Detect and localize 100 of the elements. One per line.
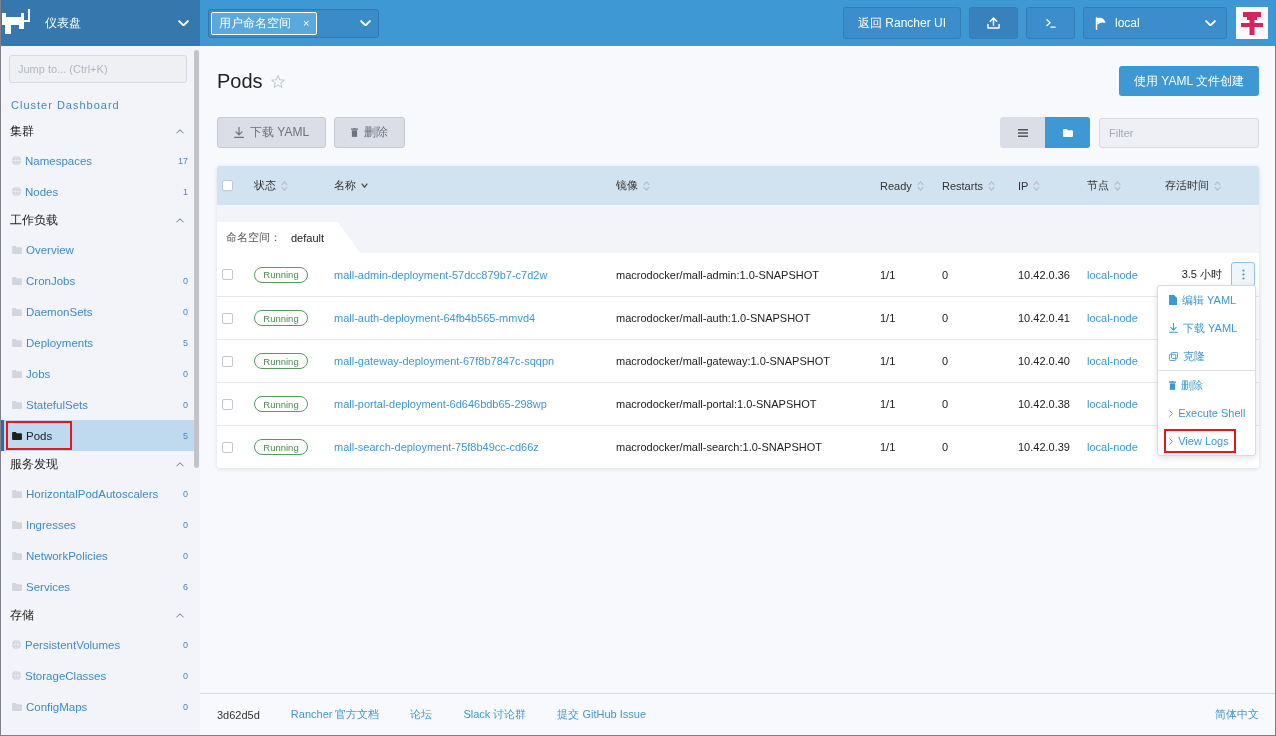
view-toggle-button[interactable] (1000, 117, 1045, 148)
group-header[interactable]: 工作负载 (1, 207, 194, 234)
terminal-button[interactable] (1026, 7, 1075, 39)
column-header[interactable]: Ready (873, 179, 935, 192)
sidebar-link[interactable]: Deployments (6, 328, 114, 357)
folder-icon (12, 520, 22, 529)
sidebar-link[interactable]: Ingresses (6, 510, 96, 539)
sidebar-link[interactable]: Pods (6, 421, 73, 450)
footer-link[interactable]: Rancher 官方文档 (290, 707, 380, 722)
checkbox[interactable] (222, 269, 233, 280)
actions-button[interactable] (1231, 262, 1255, 287)
column-header[interactable]: 镜像 (609, 178, 873, 193)
create-button[interactable]: 使用 YAML 文件创建 (1119, 66, 1259, 96)
page-title: Pods (217, 71, 263, 91)
version-text: 3d62d5d (217, 708, 260, 721)
item-count: 0 (183, 368, 188, 379)
sidebar-link[interactable]: HorizontalPodAutoscalers (6, 479, 179, 508)
group-header[interactable]: 集群 (1, 118, 194, 145)
node-link[interactable]: local-node (1087, 355, 1138, 367)
footer-link[interactable]: 论坛 (410, 707, 433, 722)
folder-icon (12, 276, 22, 285)
back-button[interactable]: 返回 Rancher UI (842, 7, 961, 39)
column-header[interactable]: 节点 (1080, 178, 1158, 193)
folder-icon (12, 400, 22, 409)
cluster-select[interactable]: local (1083, 7, 1227, 39)
table-cell: 10.42.0.39 (1018, 441, 1070, 453)
pod-name-link[interactable]: mall-admin-deployment-57dcc879b7-c7d2w (334, 268, 548, 281)
sidebar-link[interactable]: DaemonSets (6, 297, 113, 326)
product-menu[interactable]: 仪表盘 (1, 0, 200, 46)
table-cell: 0 (942, 398, 949, 410)
sidebar-link[interactable]: PersistentVolumes (6, 630, 141, 659)
node-link[interactable]: local-node (1087, 268, 1138, 281)
table-cell: 0 (942, 355, 949, 367)
checkbox[interactable] (222, 355, 233, 367)
filter-field[interactable]: Filter (1099, 117, 1259, 148)
checkbox[interactable] (222, 441, 233, 453)
chevron-right-icon (1169, 409, 1174, 417)
node-link[interactable]: local-node (1087, 398, 1138, 410)
menu-item[interactable]: 下载 YAML (1164, 316, 1245, 340)
item-count: 0 (183, 701, 188, 712)
table-cell: 1/1 (880, 398, 896, 410)
avatar-icon[interactable] (1236, 7, 1268, 39)
menu-item[interactable]: 克隆 (1164, 344, 1212, 368)
footer-link[interactable]: 提交 GitHub Issue (557, 707, 647, 722)
star-icon[interactable] (270, 74, 285, 88)
view-toggle-button[interactable] (1045, 117, 1090, 148)
folder-icon (12, 369, 22, 378)
sidebar-link[interactable]: NetworkPolicies (6, 541, 128, 570)
checkbox[interactable] (222, 180, 233, 191)
footer-link[interactable]: Slack 讨论群 (463, 707, 527, 722)
upload-button[interactable] (969, 7, 1018, 39)
scrollbar-thumb[interactable] (194, 50, 199, 468)
chevron-down-icon (360, 19, 371, 27)
folder-icon (12, 307, 22, 316)
table-cell: 10.42.0.36 (1018, 268, 1070, 281)
sidebar-link[interactable]: CronJobs (6, 266, 96, 295)
sidebar-link[interactable]: ConfigMaps (6, 692, 108, 721)
item-count: 6 (183, 581, 188, 592)
item-count: 5 (183, 430, 188, 441)
pod-name-link[interactable]: mall-search-deployment-75f8b49cc-cd66z (334, 441, 539, 453)
checkbox[interactable] (222, 398, 233, 410)
column-header[interactable]: 存活时间 (1158, 178, 1259, 193)
menu-item[interactable]: Execute Shell (1164, 401, 1253, 425)
column-header[interactable]: IP (1011, 179, 1080, 192)
checkbox[interactable] (222, 312, 233, 324)
node-link[interactable]: local-node (1087, 441, 1138, 453)
globe-icon (12, 640, 21, 649)
column-header[interactable]: Restarts (935, 179, 1011, 192)
dashboard-link[interactable]: Cluster Dashboard (11, 96, 120, 114)
item-count: 1 (183, 186, 188, 197)
sidebar-link[interactable]: Services (6, 572, 91, 601)
item-count: 0 (183, 550, 188, 561)
table-cell: 0 (942, 312, 949, 324)
menu-item[interactable]: 删除 (1164, 373, 1210, 397)
search-field[interactable]: Jump to... (Ctrl+K) (9, 55, 187, 83)
sidebar-link[interactable]: Nodes (6, 177, 79, 206)
group-header[interactable]: 存储 (1, 602, 194, 629)
sidebar-link[interactable]: Namespaces (6, 146, 113, 175)
node-link[interactable]: local-node (1087, 312, 1138, 324)
sidebar-link[interactable]: StatefulSets (6, 390, 108, 419)
language-link[interactable]: 简体中文 (1215, 707, 1259, 722)
item-count: 0 (183, 639, 188, 650)
pod-name-link[interactable]: mall-auth-deployment-64fb4b565-mmvd4 (334, 312, 536, 324)
column-header[interactable]: 名称 (327, 178, 609, 193)
menu-item[interactable]: 编辑 YAML (1164, 288, 1244, 312)
pod-name-link[interactable]: mall-portal-deployment-6d646bdb65-298wp (334, 398, 547, 410)
menu-item[interactable]: View Logs (1164, 429, 1236, 453)
trash-icon (351, 128, 359, 137)
item-count: 0 (183, 488, 188, 499)
namespace-select[interactable]: 用户命名空间 × (208, 8, 379, 38)
table-cell: 0 (942, 441, 949, 453)
folder-icon (12, 338, 22, 347)
sidebar-link[interactable]: Jobs (6, 359, 71, 388)
group-header[interactable]: 服务发现 (1, 451, 194, 478)
chip-remove-button[interactable]: × (303, 17, 310, 29)
sidebar-link[interactable]: Overview (6, 235, 94, 264)
column-header[interactable]: 状态 (247, 178, 327, 193)
pod-name-link[interactable]: mall-gateway-deployment-67f8b7847c-sqqpn (334, 355, 555, 367)
sidebar-link[interactable]: StorageClasses (6, 661, 127, 690)
folder-icon (12, 431, 22, 440)
